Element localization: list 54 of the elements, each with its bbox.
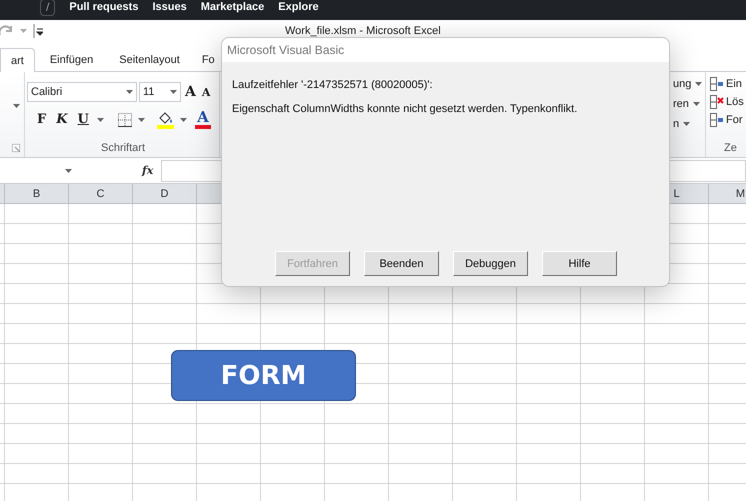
caret-icon <box>65 168 72 172</box>
font-color-button[interactable]: A <box>192 110 213 129</box>
error-code-text: Laufzeitfehler '-2147352571 (80020005)': <box>232 79 434 91</box>
dialog-launcher-icon[interactable] <box>12 144 20 152</box>
error-message: Eigenschaft ColumnWidths konnte nicht gesetzt werden. Typenkonflikt. <box>232 103 578 115</box>
caret-icon <box>96 118 104 122</box>
caret-icon <box>683 122 690 126</box>
grow-font-button[interactable]: A <box>183 85 198 99</box>
ribbon-command[interactable]: n <box>673 118 680 130</box>
column-header[interactable]: M <box>709 184 746 203</box>
caret-icon <box>126 90 133 94</box>
underline-button[interactable]: U <box>76 113 91 126</box>
window-title: Work_file.xlsm - Microsoft Excel <box>285 25 441 37</box>
dialog-button[interactable]: Debuggen <box>453 251 528 276</box>
ribbon-command[interactable]: For <box>726 114 742 126</box>
ribbon-tab[interactable]: Seitenlayout <box>108 47 191 71</box>
nav-link[interactable]: Marketplace <box>200 1 264 13</box>
bold-button[interactable]: F <box>35 113 48 126</box>
italic-button[interactable]: K <box>54 113 70 126</box>
font-size-dropdown[interactable]: 11 <box>139 82 181 102</box>
ribbon-tab[interactable]: art <box>0 48 35 72</box>
customize-toolbar-icon[interactable] <box>33 24 43 38</box>
dialog-button[interactable]: Beenden <box>364 251 439 276</box>
caret-icon <box>138 118 145 122</box>
font-name-dropdown[interactable]: Calibri <box>27 82 137 102</box>
dialog-title: Microsoft Visual Basic <box>222 38 669 62</box>
delete-cells-icon[interactable] <box>710 95 724 109</box>
group-label: Schriftart <box>100 142 146 154</box>
caret-icon[interactable] <box>13 104 20 108</box>
caret-icon <box>180 118 187 122</box>
column-header[interactable]: B <box>5 184 69 203</box>
nav-link[interactable]: Explore <box>278 1 319 13</box>
caret-icon <box>170 90 177 94</box>
nav-link[interactable]: Issues <box>152 1 187 13</box>
form-button[interactable]: FORM <box>171 350 356 401</box>
ribbon-command[interactable]: Lös <box>726 96 744 108</box>
function-icon[interactable]: fx <box>142 164 154 177</box>
insert-cells-icon[interactable] <box>710 77 724 91</box>
ribbon-tab[interactable]: Einfügen <box>38 47 104 71</box>
column-header[interactable]: C <box>69 184 133 203</box>
shortcut-key-hint: / <box>40 0 56 16</box>
fill-color-icon[interactable] <box>156 110 174 128</box>
format-cells-icon[interactable] <box>710 113 724 127</box>
group-label: Ze <box>723 142 738 154</box>
caret-icon <box>695 82 702 86</box>
column-header[interactable]: D <box>133 184 197 203</box>
ribbon-command[interactable]: ren <box>673 98 689 110</box>
ribbon-command[interactable]: Ein <box>726 78 742 90</box>
shrink-font-button[interactable]: A <box>200 86 212 98</box>
dialog-button[interactable]: Hilfe <box>542 251 617 276</box>
ribbon-command[interactable]: ung <box>673 78 692 90</box>
nav-link[interactable]: Pull requests <box>69 1 138 13</box>
borders-icon[interactable] <box>118 112 132 126</box>
caret-icon <box>692 102 700 106</box>
